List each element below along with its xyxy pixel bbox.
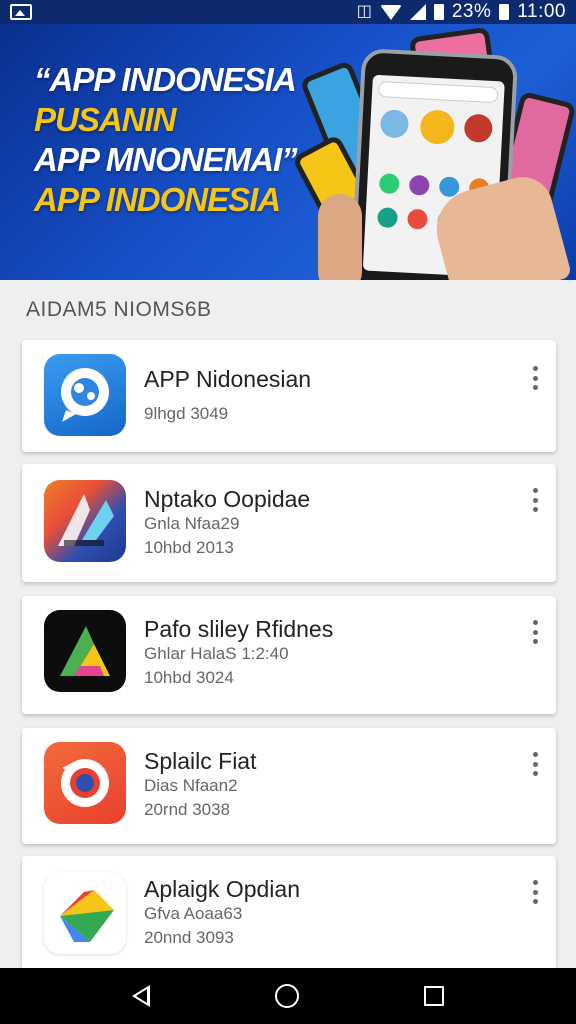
app-name: APP Nidonesian xyxy=(144,366,312,392)
battery-level: 23% xyxy=(451,1,492,22)
signal-icon xyxy=(409,4,426,20)
banner-text: “APP INDONESIA PUSANIN APP MNONEMAI” APP… xyxy=(34,60,298,220)
image-icon xyxy=(10,4,32,20)
banner-line-1: “APP INDONESIA xyxy=(34,61,297,98)
navigation-bar xyxy=(0,968,576,1024)
play-store-icon xyxy=(44,872,126,954)
list-item[interactable]: Aplaigk Opdian Gfva Aoaa63 20nnd 3093 xyxy=(22,856,556,970)
wifi-icon xyxy=(379,4,402,20)
app-meta: Dias Nfaan2 xyxy=(144,776,238,795)
app-meta: 20rnd 3038 xyxy=(144,800,231,819)
logo-icon xyxy=(44,480,126,562)
clock: 11:00 xyxy=(517,1,566,22)
list-item[interactable]: Pafo sliley Rfidnes Ghlar HalaS 1:2:40 1… xyxy=(22,596,556,714)
camera-icon xyxy=(44,742,126,824)
status-icons: ◫ 23% 11:00 xyxy=(357,1,566,23)
back-icon[interactable] xyxy=(132,985,151,1007)
more-options-icon[interactable] xyxy=(530,880,540,904)
app-meta: 10hbd 3024 xyxy=(144,668,234,687)
banner-line-3: APP MNONEMAI” xyxy=(34,141,298,178)
app-meta: Ghlar HalaS 1:2:40 xyxy=(144,644,289,663)
app-meta: 10hbd 2013 xyxy=(144,538,234,557)
app-meta: Gfva Aoaa63 xyxy=(144,904,243,923)
recents-icon[interactable] xyxy=(423,986,444,1006)
battery-small-icon xyxy=(499,4,510,20)
list-item[interactable]: Splailc Fiat Dias Nfaan2 20rnd 3038 xyxy=(22,728,556,844)
more-options-icon[interactable] xyxy=(530,752,540,776)
app-name: Splailc Fiat xyxy=(144,748,257,774)
banner-line-2: PUSANIN xyxy=(34,101,177,138)
promo-banner[interactable]: “APP INDONESIA PUSANIN APP MNONEMAI” APP… xyxy=(0,24,576,280)
list-item[interactable]: APP Nidonesian 9lhgd 3049 xyxy=(22,340,556,452)
section-title: AIDAM5 NIOMS6B xyxy=(26,298,212,321)
list-item[interactable]: Nptako Oopidae Gnla Nfaa29 10hbd 2013 xyxy=(22,464,556,582)
triangle-logo-icon xyxy=(44,610,126,692)
banner-line-4: APP INDONESIA xyxy=(34,181,281,218)
more-options-icon[interactable] xyxy=(530,488,540,512)
status-bar: ◫ 23% 11:00 xyxy=(0,0,576,24)
battery-icon xyxy=(433,4,444,20)
app-name: Pafo sliley Rfidnes xyxy=(144,616,334,642)
home-icon[interactable] xyxy=(274,984,299,1008)
app-name: Nptako Oopidae xyxy=(144,486,311,512)
app-name: Aplaigk Opdian xyxy=(144,876,300,902)
chat-bubble-icon xyxy=(44,354,126,436)
more-options-icon[interactable] xyxy=(530,620,540,644)
more-options-icon[interactable] xyxy=(530,366,540,390)
vibrate-icon: ◫ xyxy=(356,3,372,20)
app-meta: Gnla Nfaa29 xyxy=(144,514,240,533)
app-meta: 9lhgd 3049 xyxy=(144,404,229,423)
app-meta: 20nnd 3093 xyxy=(144,928,234,947)
hand-illustration xyxy=(318,194,362,280)
